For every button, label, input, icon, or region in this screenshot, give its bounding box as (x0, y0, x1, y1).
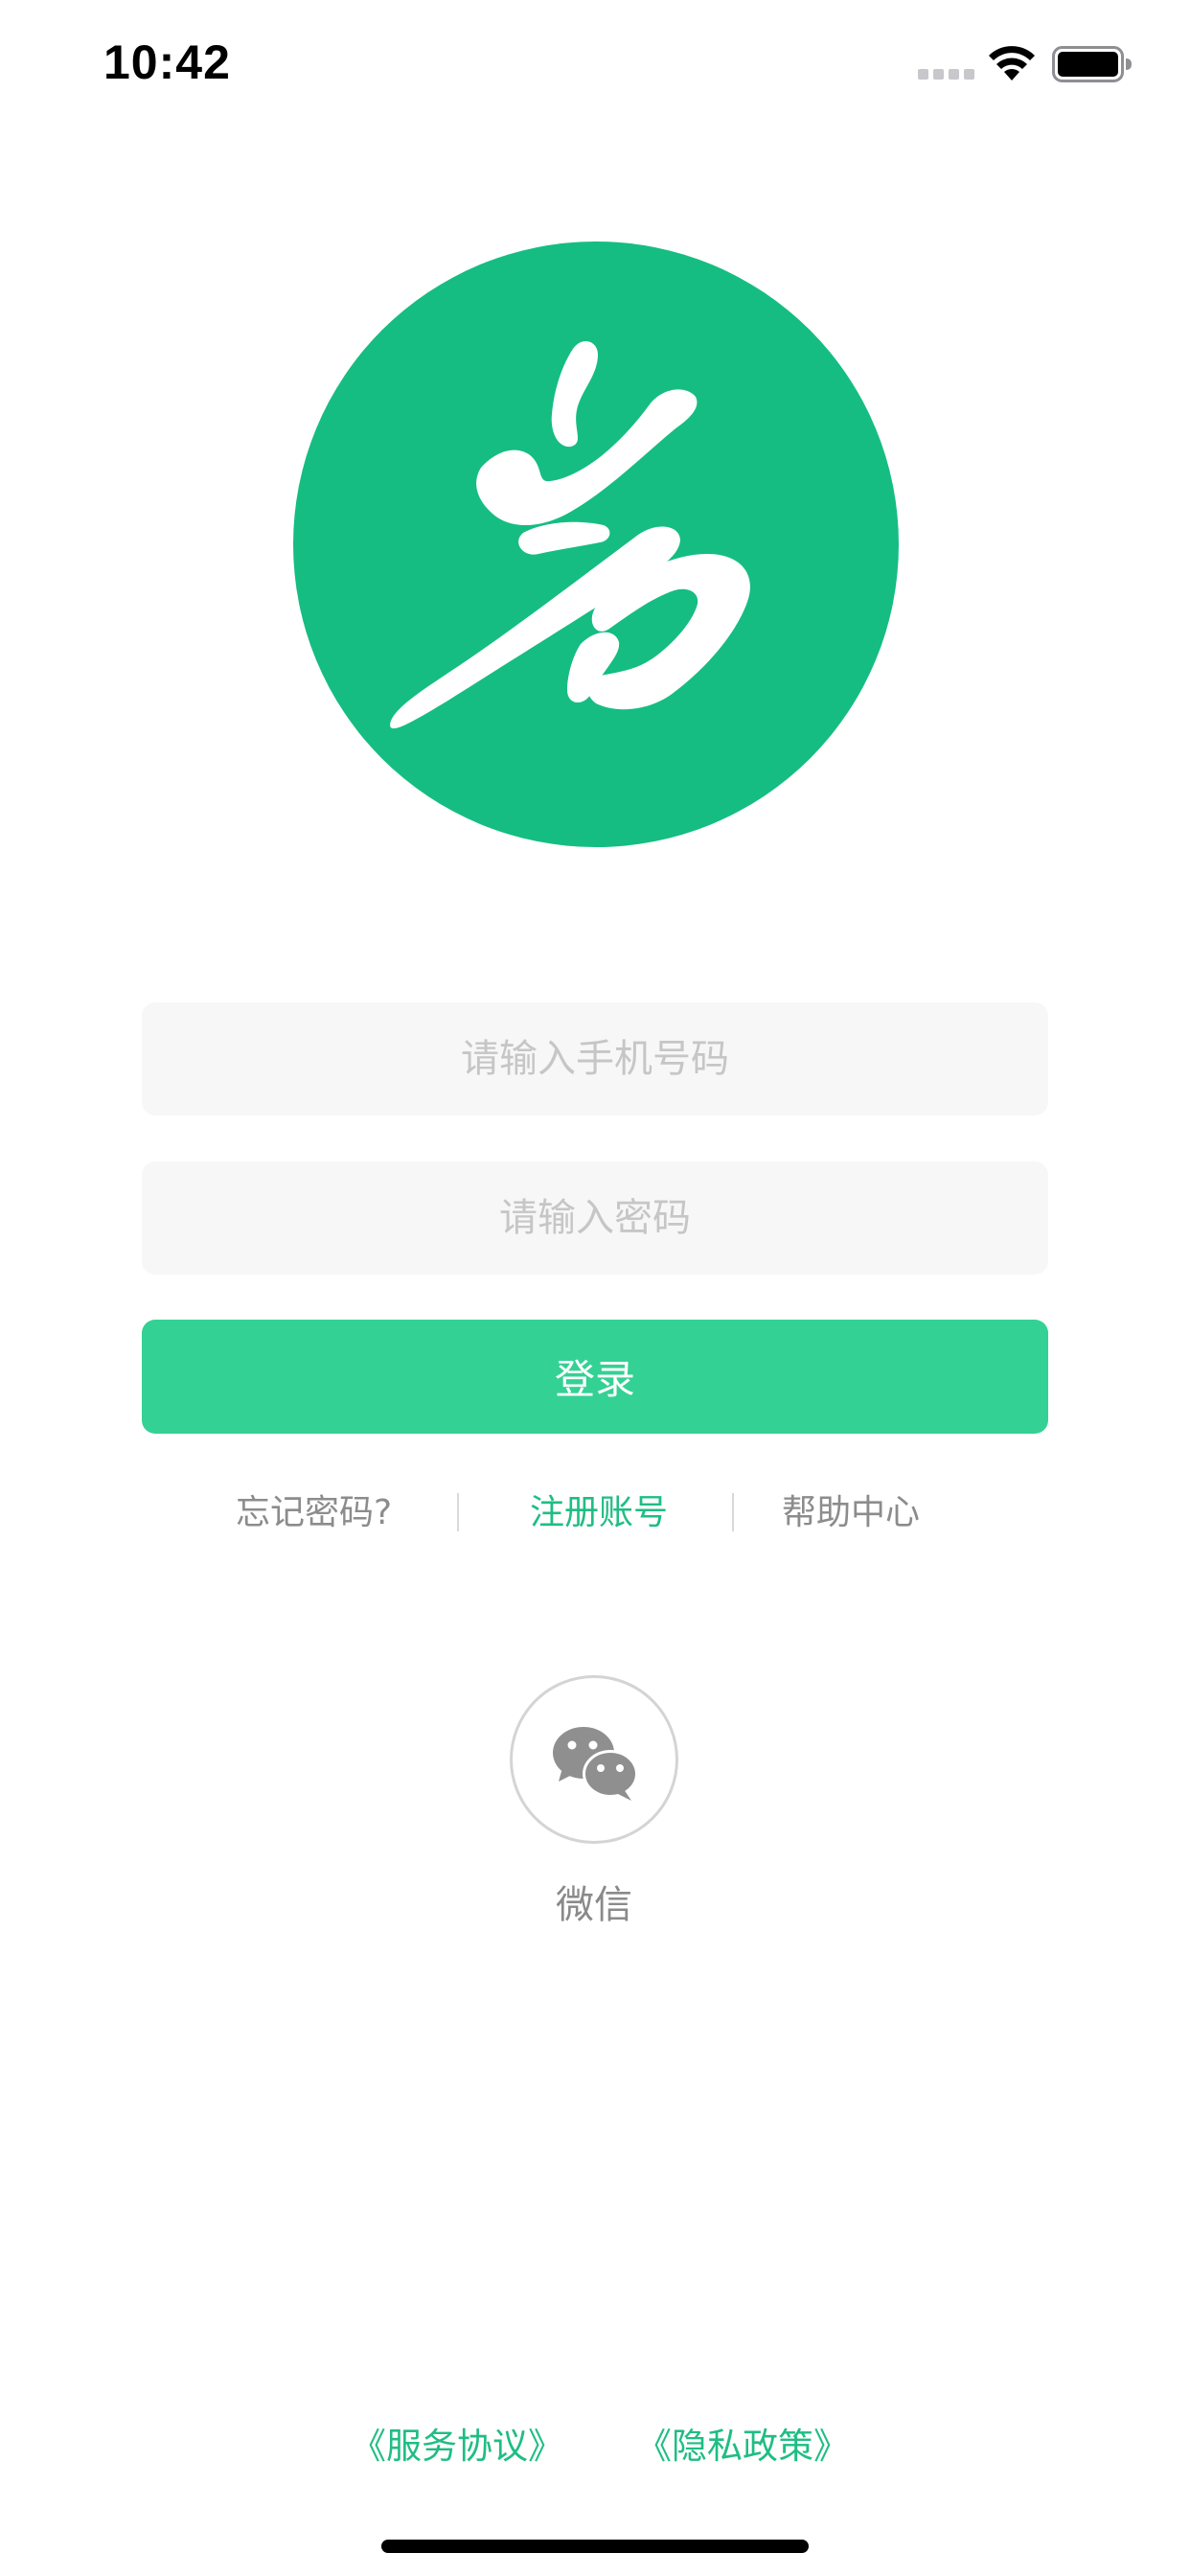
calligraphy-logo-icon (390, 341, 750, 729)
login-button[interactable]: 登录 (142, 1320, 1048, 1434)
wechat-login-button[interactable] (510, 1675, 678, 1844)
forgot-password-link[interactable]: 忘记密码? (236, 1487, 392, 1539)
link-divider (732, 1493, 734, 1531)
wifi-icon (989, 46, 1035, 80)
help-center-link[interactable]: 帮助中心 (782, 1487, 920, 1539)
service-agreement-link[interactable]: 《服务协议》 (351, 2417, 563, 2469)
status-bar-time: 10:42 (103, 35, 231, 89)
password-field[interactable] (142, 1162, 1048, 1275)
phone-field[interactable] (142, 1002, 1048, 1116)
link-divider (457, 1493, 459, 1531)
register-account-link[interactable]: 注册账号 (530, 1487, 668, 1539)
cell-signal-icon (918, 69, 975, 82)
privacy-policy-link[interactable]: 《隐私政策》 (636, 2417, 849, 2469)
wechat-icon (553, 1727, 638, 1801)
battery-icon (1052, 46, 1132, 82)
password-input[interactable] (142, 1162, 1048, 1275)
home-indicator (381, 2540, 809, 2553)
app-logo (293, 242, 899, 847)
phone-input[interactable] (142, 1002, 1048, 1116)
wechat-label: 微信 (556, 1883, 632, 1927)
